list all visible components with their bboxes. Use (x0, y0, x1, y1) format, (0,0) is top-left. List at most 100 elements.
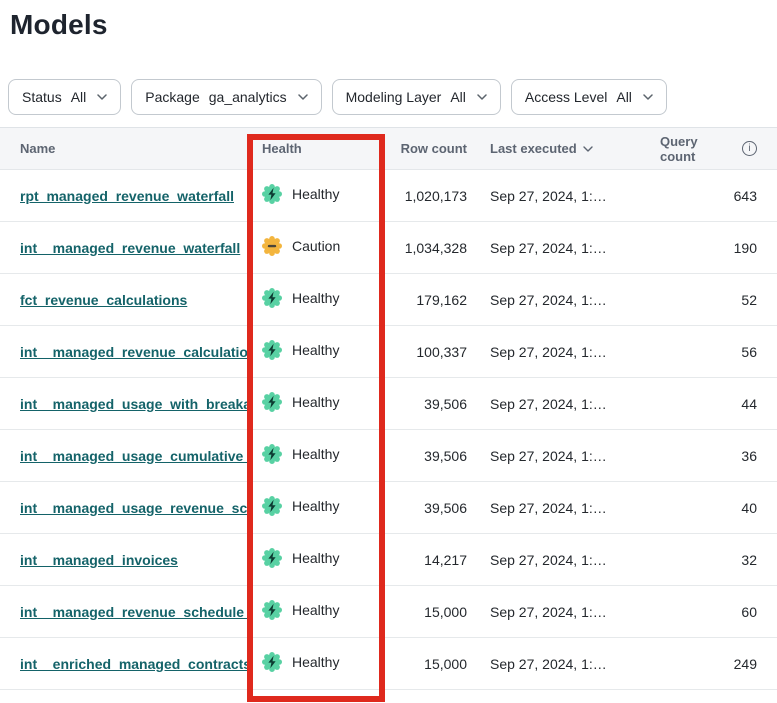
health-seal-icon (262, 444, 282, 464)
health-status-label: Healthy (292, 394, 339, 410)
filter-value: All (71, 89, 87, 105)
model-name-link[interactable]: int__managed_usage_cumulative_… (20, 448, 247, 464)
table-row: int__managed_invoices Healthy (0, 534, 777, 586)
query-count-cell: 190 (660, 222, 777, 274)
table-row: int__managed_usage_revenue_sc… Healthy (0, 482, 777, 534)
row-count-cell: 15,000 (390, 638, 467, 690)
column-header-label: Query count (660, 134, 736, 164)
model-name-link[interactable]: int__managed_usage_with_breaka… (20, 396, 247, 412)
table-row: int__managed_revenue_schedule_… Healthy (0, 586, 777, 638)
last-executed-cell: Sep 27, 2024, 1:… (467, 638, 660, 690)
column-header-query-count: Query count i (660, 128, 777, 170)
health-status-label: Healthy (292, 498, 339, 514)
health-status-label: Healthy (292, 602, 339, 618)
health-status-badge: Healthy (262, 444, 339, 464)
query-count-cell: 32 (660, 534, 777, 586)
table-row: int__managed_revenue_calculations Health… (0, 326, 777, 378)
filter-label: Access Level (525, 89, 607, 105)
row-count-cell: 1,020,173 (390, 170, 467, 222)
table-row: fct_revenue_calculations Healthy (0, 274, 777, 326)
minus-icon (268, 245, 276, 247)
health-status-label: Caution (292, 238, 340, 254)
model-name-link[interactable]: fct_revenue_calculations (20, 292, 187, 308)
health-seal-icon (262, 236, 282, 256)
query-count-cell: 36 (660, 430, 777, 482)
last-executed-cell: Sep 27, 2024, 1:… (467, 274, 660, 326)
chevron-down-icon (643, 94, 653, 100)
query-count-cell: 40 (660, 482, 777, 534)
info-icon[interactable]: i (742, 141, 757, 156)
column-header-last-executed[interactable]: Last executed (467, 128, 660, 170)
last-executed-cell: Sep 27, 2024, 1:… (467, 534, 660, 586)
health-status-label: Healthy (292, 342, 339, 358)
health-status-badge: Healthy (262, 548, 339, 568)
health-status-badge: Healthy (262, 392, 339, 412)
model-name-link[interactable]: int__managed_revenue_schedule_… (20, 604, 247, 620)
filter-label: Status (22, 89, 62, 105)
row-count-cell: 15,000 (390, 586, 467, 638)
health-status-label: Healthy (292, 550, 339, 566)
health-status-badge: Healthy (262, 652, 339, 672)
filter-value: ga_analytics (209, 89, 287, 105)
model-name-link[interactable]: int__managed_revenue_calculations (20, 344, 247, 360)
chevron-down-icon (477, 94, 487, 100)
last-executed-cell: Sep 27, 2024, 1:… (467, 586, 660, 638)
health-status-badge: Healthy (262, 496, 339, 516)
health-seal-icon (262, 600, 282, 620)
package-filter-button[interactable]: Package ga_analytics (131, 79, 321, 115)
sort-chevron-down-icon[interactable] (583, 146, 593, 152)
health-status-label: Healthy (292, 186, 339, 202)
query-count-cell: 60 (660, 586, 777, 638)
health-status-badge: Healthy (262, 288, 339, 308)
column-header-health: Health (247, 128, 390, 170)
health-status-badge: Healthy (262, 600, 339, 620)
column-header-label: Row count (401, 141, 467, 156)
column-header-label: Last executed (490, 141, 577, 156)
table-row: int__enriched_managed_contracts Healthy (0, 638, 777, 690)
models-table: Name Health Row count Last executed Quer… (0, 127, 777, 690)
health-seal-icon (262, 496, 282, 516)
access-level-filter-button[interactable]: Access Level All (511, 79, 667, 115)
last-executed-cell: Sep 27, 2024, 1:… (467, 430, 660, 482)
health-status-label: Healthy (292, 290, 339, 306)
filter-value: All (616, 89, 632, 105)
health-seal-icon (262, 652, 282, 672)
row-count-cell: 14,217 (390, 534, 467, 586)
health-seal-icon (262, 288, 282, 308)
last-executed-cell: Sep 27, 2024, 1:… (467, 482, 660, 534)
last-executed-cell: Sep 27, 2024, 1:… (467, 378, 660, 430)
row-count-cell: 39,506 (390, 378, 467, 430)
health-status-label: Healthy (292, 446, 339, 462)
row-count-cell: 39,506 (390, 430, 467, 482)
model-name-link[interactable]: int__managed_usage_revenue_sc… (20, 500, 247, 516)
model-name-link[interactable]: rpt_managed_revenue_waterfall (20, 188, 234, 204)
row-count-cell: 179,162 (390, 274, 467, 326)
row-count-cell: 100,337 (390, 326, 467, 378)
query-count-cell: 44 (660, 378, 777, 430)
table-row: int__managed_usage_with_breaka… Healthy (0, 378, 777, 430)
last-executed-cell: Sep 27, 2024, 1:… (467, 170, 660, 222)
model-name-link[interactable]: int__managed_revenue_waterfall (20, 240, 240, 256)
model-name-link[interactable]: int__enriched_managed_contracts (20, 656, 247, 672)
last-executed-cell: Sep 27, 2024, 1:… (467, 222, 660, 274)
last-executed-cell: Sep 27, 2024, 1:… (467, 326, 660, 378)
query-count-cell: 643 (660, 170, 777, 222)
table-row: int__managed_revenue_waterfall Caution (0, 222, 777, 274)
chevron-down-icon (298, 94, 308, 100)
model-name-link[interactable]: int__managed_invoices (20, 552, 178, 568)
table-header-row: Name Health Row count Last executed Quer… (0, 128, 777, 170)
page-title: Models (10, 9, 777, 41)
column-header-name: Name (0, 128, 247, 170)
column-header-label: Name (20, 141, 55, 156)
query-count-cell: 56 (660, 326, 777, 378)
health-status-badge: Caution (262, 236, 340, 256)
filter-value: All (450, 89, 466, 105)
filter-label: Package (145, 89, 199, 105)
status-filter-button[interactable]: Status All (8, 79, 121, 115)
health-seal-icon (262, 340, 282, 360)
modeling-layer-filter-button[interactable]: Modeling Layer All (332, 79, 501, 115)
filter-bar: Status All Package ga_analytics Modeling… (8, 79, 777, 115)
health-status-badge: Healthy (262, 340, 339, 360)
health-status-badge: Healthy (262, 184, 339, 204)
column-header-label: Health (262, 141, 302, 156)
